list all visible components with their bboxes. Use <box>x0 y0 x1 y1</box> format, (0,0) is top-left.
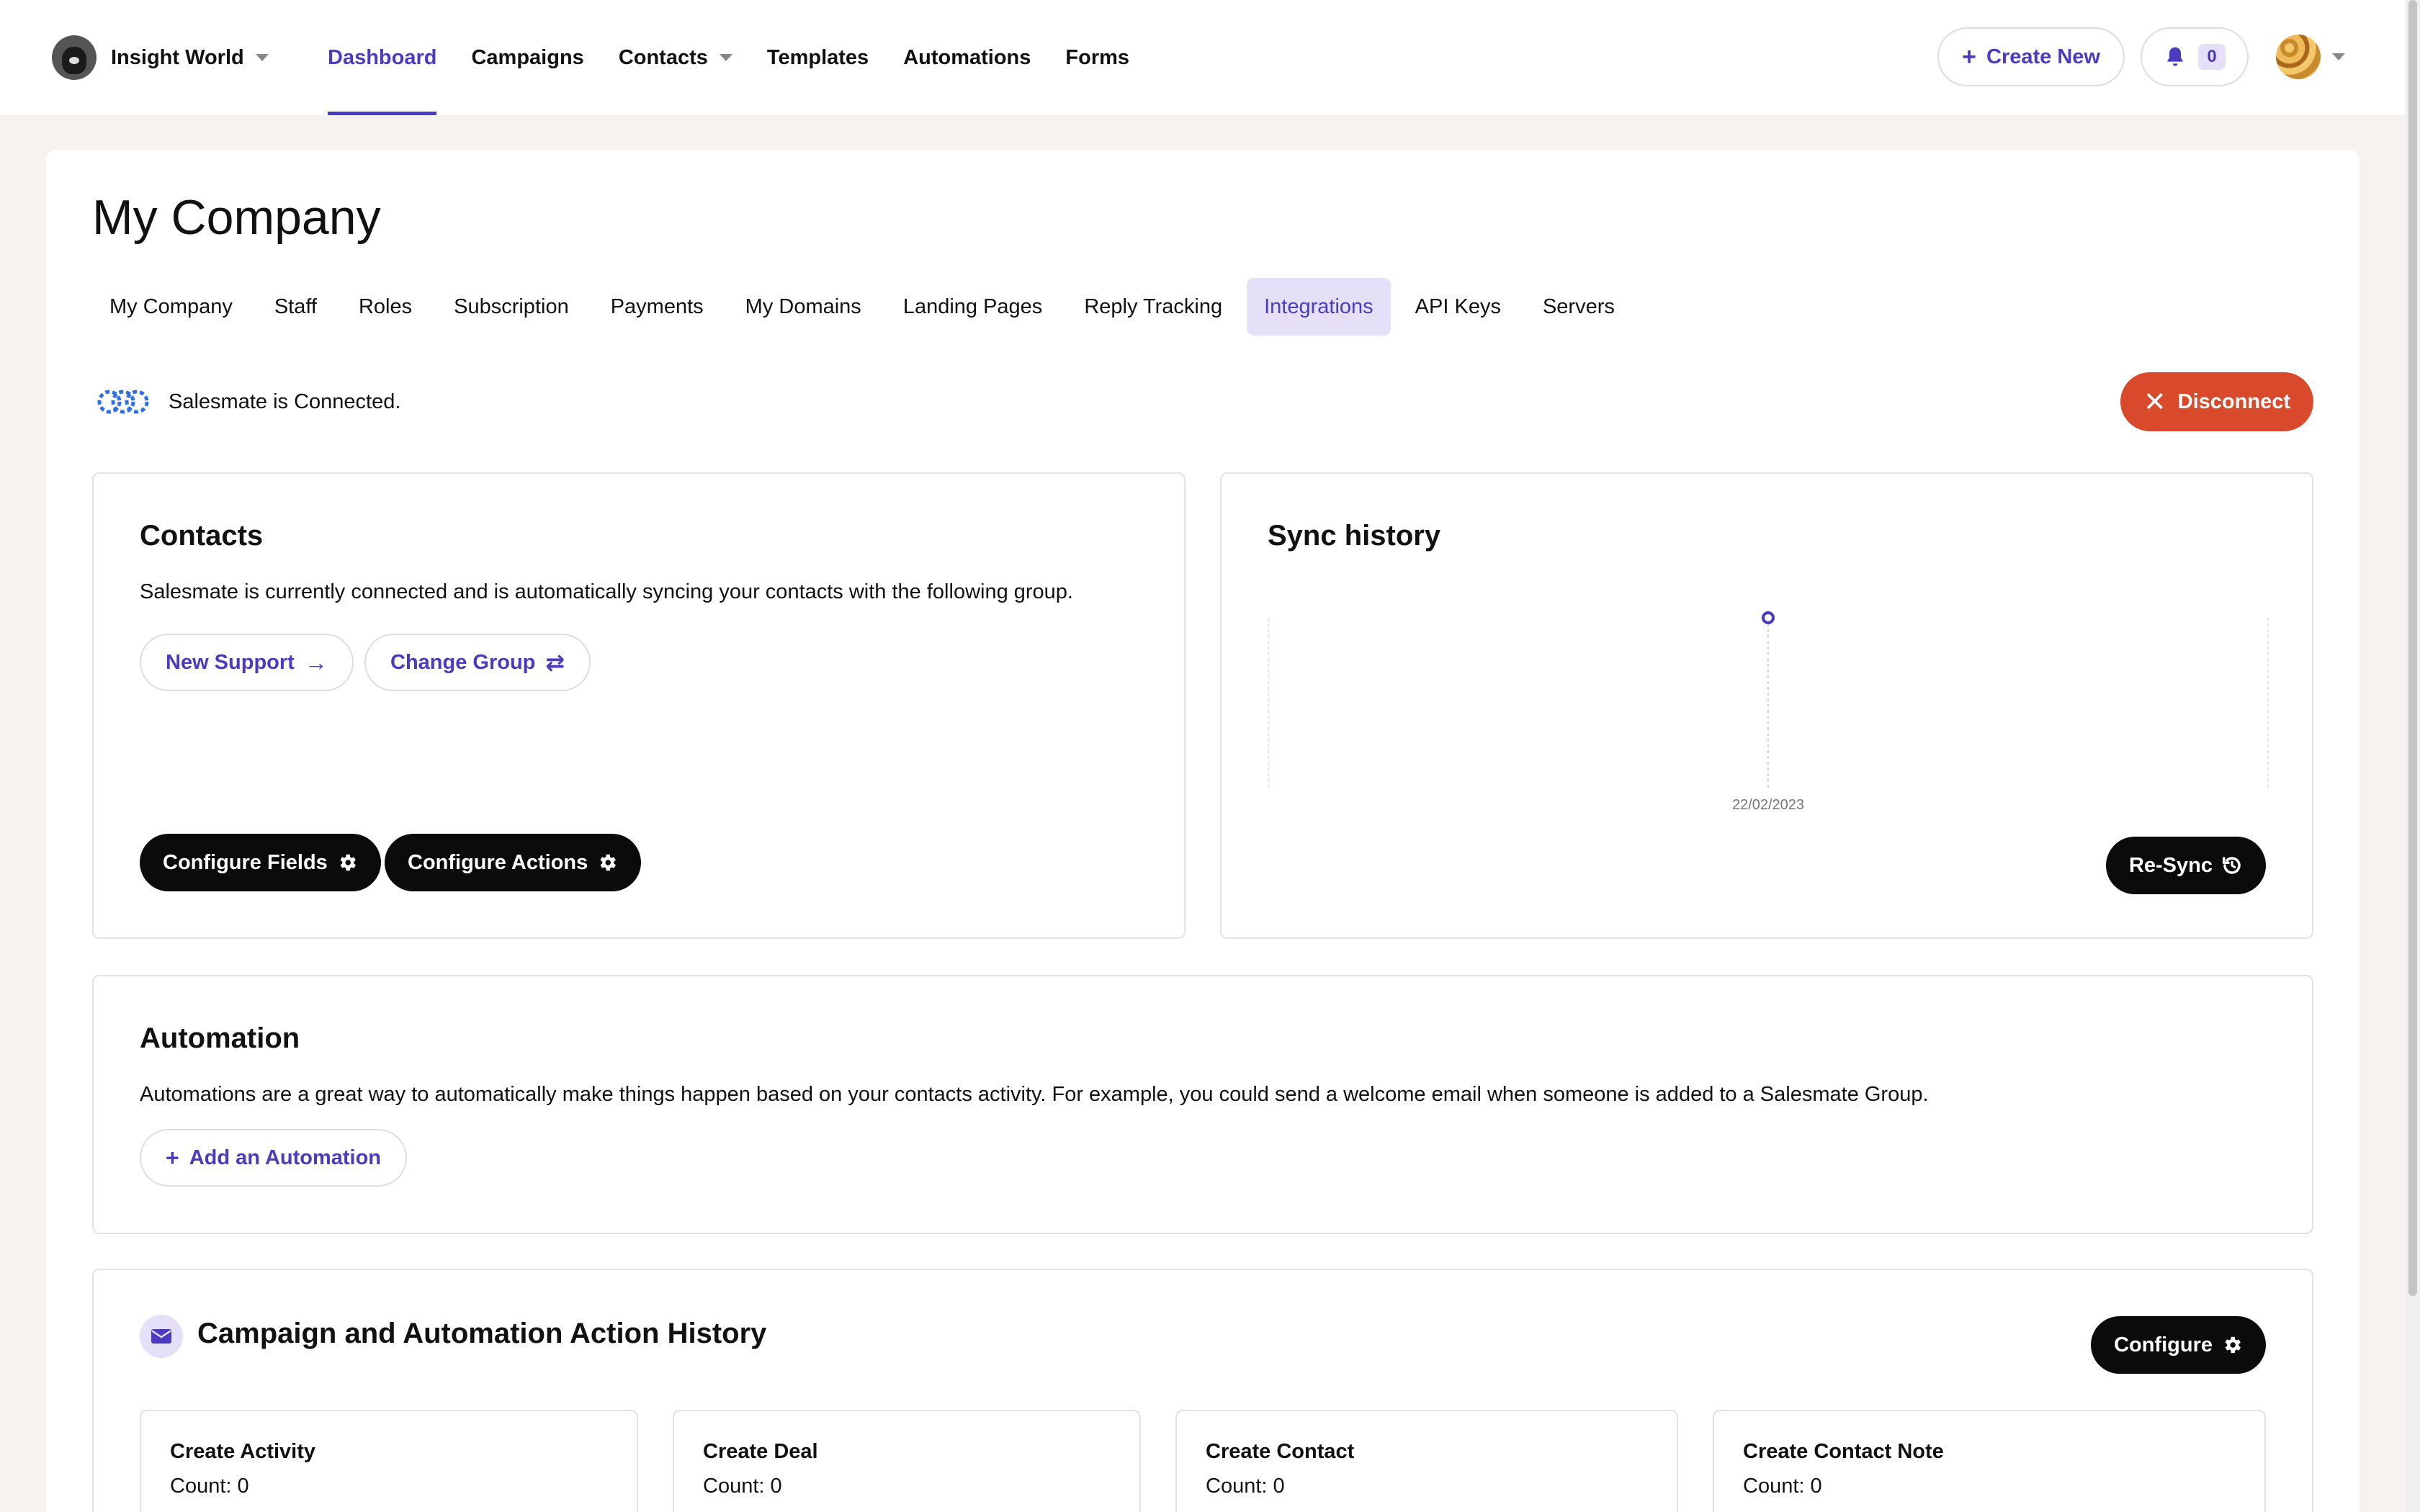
salesmate-logo-icon <box>97 390 149 414</box>
chart-data-point <box>1762 611 1775 624</box>
configure-fields-button[interactable]: Configure Fields <box>140 834 381 891</box>
configure-history-label: Configure <box>2114 1333 2213 1356</box>
integration-status-text: Salesmate is Connected. <box>169 390 401 413</box>
bell-icon <box>2167 47 2183 66</box>
history-card-count: Count: 0 <box>1206 1475 1285 1498</box>
create-new-label: Create New <box>1986 45 2100 68</box>
page-scrollbar[interactable] <box>2406 0 2420 1512</box>
notifications-button[interactable]: 0 <box>2141 27 2249 86</box>
configure-fields-label: Configure Fields <box>163 850 328 874</box>
automation-panel: Automation Automations are a great way t… <box>92 975 2313 1234</box>
tab-my-company[interactable]: My Company <box>92 278 250 336</box>
history-card-create-contact: Create Contact Count: 0 <box>1175 1410 1678 1512</box>
automation-panel-description: Automations are a great way to automatic… <box>140 1083 1929 1106</box>
page-title: My Company <box>92 190 381 245</box>
contacts-panel-title: Contacts <box>140 520 264 552</box>
nav-link-campaigns[interactable]: Campaigns <box>471 0 583 115</box>
sync-history-chart-svg: 22/02/2023 <box>1268 611 2269 813</box>
action-history-title: Campaign and Automation Action History <box>197 1318 767 1349</box>
history-card-count: Count: 0 <box>170 1475 249 1498</box>
swap-arrows-icon: ⇄ <box>545 649 565 675</box>
tab-my-domains[interactable]: My Domains <box>728 278 879 336</box>
automation-panel-title: Automation <box>140 1022 300 1054</box>
group-button-label: New Support <box>166 650 295 674</box>
disconnect-label: Disconnect <box>2177 390 2290 413</box>
history-card-count: Count: 0 <box>1743 1475 1822 1498</box>
account-logo <box>52 35 97 80</box>
sync-history-title: Sync history <box>1268 520 1441 552</box>
history-card-create-deal: Create Deal Count: 0 <box>673 1410 1141 1512</box>
tab-roles[interactable]: Roles <box>341 278 429 336</box>
gear-icon <box>340 854 356 871</box>
tab-landing-pages[interactable]: Landing Pages <box>886 278 1060 336</box>
nav-link-dashboard[interactable]: Dashboard <box>328 0 437 115</box>
nav-link-templates[interactable]: Templates <box>767 0 869 115</box>
group-button[interactable]: New Support → <box>140 634 354 691</box>
sync-history-chart: 22/02/2023 <box>1268 603 2269 813</box>
sync-history-panel: Sync history 22/02/2023 Re-Sync <box>1220 472 2313 939</box>
plus-icon: + <box>166 1144 179 1171</box>
history-card-title: Create Contact <box>1206 1440 1355 1463</box>
top-navigation-bar: Insight World Dashboard Campaigns Contac… <box>0 0 2406 115</box>
user-avatar[interactable] <box>2276 35 2321 79</box>
history-card-create-activity: Create Activity Count: 0 <box>140 1410 638 1512</box>
history-card-title: Create Activity <box>170 1440 316 1463</box>
envelope-icon <box>140 1315 183 1358</box>
contacts-panel: Contacts Salesmate is currently connecte… <box>92 472 1186 939</box>
nav-link-contacts-label: Contacts <box>618 45 708 69</box>
history-card-count: Count: 0 <box>703 1475 782 1498</box>
integration-status: Salesmate is Connected. <box>97 387 400 416</box>
tab-servers[interactable]: Servers <box>1525 278 1632 336</box>
resync-label: Re-Sync <box>2128 853 2213 877</box>
disconnect-button[interactable]: ✕ Disconnect <box>2120 372 2313 431</box>
contacts-panel-description: Salesmate is currently connected and is … <box>140 580 1073 603</box>
nav-actions: + Create New 0 <box>1937 27 2345 86</box>
add-automation-button[interactable]: + Add an Automation <box>140 1129 408 1187</box>
history-card-create-contact-note: Create Contact Note Count: 0 <box>1713 1410 2266 1512</box>
notification-count-badge: 0 <box>2198 44 2226 70</box>
create-new-button[interactable]: + Create New <box>1937 27 2125 86</box>
tab-integrations[interactable]: Integrations <box>1247 278 1391 336</box>
history-card-title: Create Deal <box>703 1440 818 1463</box>
gear-icon <box>2225 1336 2241 1354</box>
account-name: Insight World <box>111 45 244 69</box>
change-group-label: Change Group <box>390 650 536 674</box>
tab-reply-tracking[interactable]: Reply Tracking <box>1067 278 1240 336</box>
gear-icon <box>600 854 617 871</box>
change-group-button[interactable]: Change Group ⇄ <box>364 634 591 691</box>
tab-subscription[interactable]: Subscription <box>436 278 586 336</box>
history-card-title: Create Contact Note <box>1743 1440 1944 1463</box>
nav-link-contacts[interactable]: Contacts <box>619 0 732 115</box>
add-automation-label: Add an Automation <box>189 1146 382 1169</box>
chart-x-tick-label: 22/02/2023 <box>1732 797 1804 812</box>
chevron-down-icon[interactable] <box>2332 53 2345 60</box>
configure-actions-button[interactable]: Configure Actions <box>385 834 642 891</box>
main-nav-links: Dashboard Campaigns Contacts Templates A… <box>328 0 1164 115</box>
arrow-right-icon: → <box>304 649 328 675</box>
tab-api-keys[interactable]: API Keys <box>1398 278 1518 336</box>
settings-content-card: My Company My Company Staff Roles Subscr… <box>46 150 2360 1512</box>
scrollbar-thumb[interactable] <box>2408 0 2417 1296</box>
refresh-icon <box>2223 857 2241 874</box>
tab-staff[interactable]: Staff <box>257 278 334 336</box>
tab-payments[interactable]: Payments <box>593 278 721 336</box>
settings-subtabs: My Company Staff Roles Subscription Paym… <box>92 278 1639 336</box>
nav-link-automations[interactable]: Automations <box>903 0 1031 115</box>
chevron-down-icon <box>255 54 269 61</box>
account-switcher[interactable]: Insight World <box>52 35 269 81</box>
resync-button[interactable]: Re-Sync <box>2105 837 2266 894</box>
nav-link-forms[interactable]: Forms <box>1065 0 1129 115</box>
close-icon: ✕ <box>2143 387 2166 418</box>
configure-actions-label: Configure Actions <box>408 850 588 874</box>
configure-history-button[interactable]: Configure <box>2091 1316 2266 1374</box>
plus-icon: + <box>1962 42 1977 71</box>
chevron-down-icon <box>719 54 732 61</box>
